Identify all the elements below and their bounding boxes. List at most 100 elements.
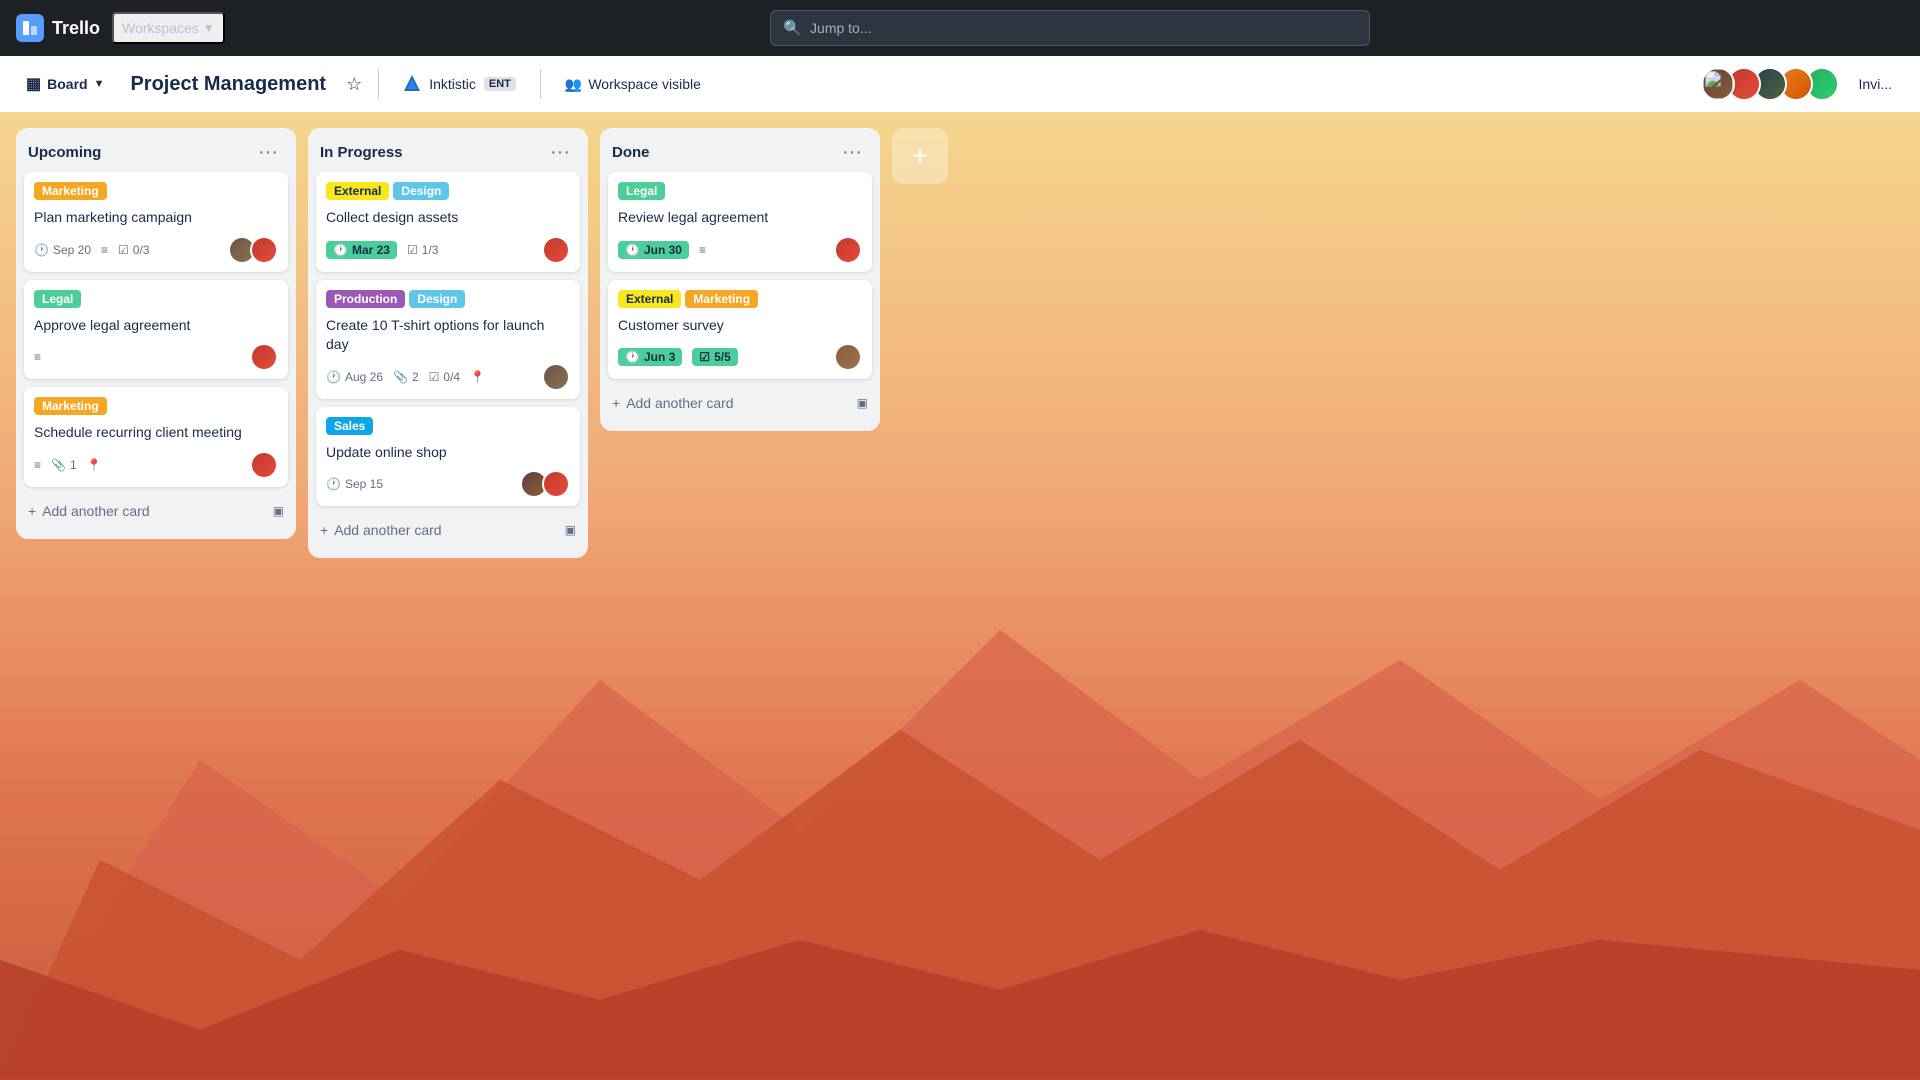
columns-container: Upcoming ··· Marketing Plan marketing ca… bbox=[0, 112, 1920, 1080]
card-update-shop[interactable]: Sales Update online shop 🕐 Sep 15 bbox=[316, 407, 580, 507]
add-card-button-upcoming[interactable]: + Add another card ▣ bbox=[24, 495, 288, 527]
column-header-done: Done ··· bbox=[608, 140, 872, 164]
avatar-1[interactable] bbox=[1701, 67, 1735, 101]
add-column-button[interactable]: + bbox=[892, 128, 948, 184]
card-tshirt-options[interactable]: Production Design Create 10 T-shirt opti… bbox=[316, 280, 580, 399]
column-inprogress: In Progress ··· External Design Collect … bbox=[308, 128, 588, 558]
card-tags: Production Design bbox=[326, 290, 570, 308]
column-title-inprogress: In Progress bbox=[320, 144, 403, 161]
card-meta: 🕐 Mar 23 ☑ 1/3 bbox=[326, 241, 438, 259]
workspace-tag: ENT bbox=[484, 77, 516, 91]
card-meta: 🕐 Aug 26 📎 2 ☑ 0/4 📍 bbox=[326, 370, 485, 384]
card-title: Plan marketing campaign bbox=[34, 208, 278, 228]
invite-button[interactable]: Invi... bbox=[1847, 70, 1904, 98]
card-title: Update online shop bbox=[326, 443, 570, 463]
card-avatar bbox=[542, 236, 570, 264]
card-footer: ≡ 📎 1 📍 bbox=[34, 451, 278, 479]
tag-legal: Legal bbox=[618, 182, 665, 200]
card-avatars bbox=[250, 343, 278, 371]
star-button[interactable]: ☆ bbox=[342, 70, 366, 99]
column-title-upcoming: Upcoming bbox=[28, 144, 101, 161]
board-view-button[interactable]: ▦ Board ▼ bbox=[16, 68, 114, 100]
divider bbox=[378, 70, 379, 98]
trello-logo[interactable]: Trello bbox=[16, 14, 100, 42]
card-collect-design[interactable]: External Design Collect design assets 🕐 … bbox=[316, 172, 580, 272]
meta-date: 🕐 Aug 26 bbox=[326, 370, 383, 384]
people-icon: 👥 bbox=[565, 76, 582, 93]
card-customer-survey[interactable]: External Marketing Customer survey 🕐 Jun… bbox=[608, 280, 872, 380]
check-icon: ☑ bbox=[407, 243, 418, 257]
card-title: Approve legal agreement bbox=[34, 316, 278, 336]
add-card-button-inprogress[interactable]: + Add another card ▣ bbox=[316, 514, 580, 546]
card-tags: Marketing bbox=[34, 182, 278, 200]
visibility-label: Workspace visible bbox=[588, 76, 701, 92]
tag-marketing: Marketing bbox=[34, 182, 107, 200]
clock-icon: 🕐 bbox=[326, 477, 341, 491]
card-meta: ≡ bbox=[34, 350, 41, 364]
card-tags: Sales bbox=[326, 417, 570, 435]
card-tags: Legal bbox=[34, 290, 278, 308]
template-icon: ▣ bbox=[565, 523, 576, 537]
trello-logo-icon bbox=[16, 14, 44, 42]
card-avatar bbox=[834, 236, 862, 264]
plus-icon: + bbox=[612, 395, 620, 411]
card-plan-marketing[interactable]: Marketing Plan marketing campaign 🕐 Sep … bbox=[24, 172, 288, 272]
workspaces-menu[interactable]: Workspaces ▼ bbox=[112, 12, 225, 44]
search-bar[interactable]: 🔍 Jump to... bbox=[770, 10, 1370, 46]
tag-marketing: Marketing bbox=[34, 397, 107, 415]
lines-icon: ≡ bbox=[699, 243, 706, 257]
column-header-inprogress: In Progress ··· bbox=[316, 140, 580, 164]
visibility-button[interactable]: 👥 Workspace visible bbox=[553, 70, 713, 99]
clock-icon: 🕐 bbox=[34, 243, 49, 257]
card-avatars bbox=[228, 236, 278, 264]
card-avatar bbox=[250, 451, 278, 479]
card-tags: External Design bbox=[326, 182, 570, 200]
column-menu-button-upcoming[interactable]: ··· bbox=[252, 140, 284, 164]
meta-attachment: 📎 1 bbox=[51, 458, 77, 472]
meta-lines: ≡ bbox=[101, 243, 108, 257]
add-card-label: Add another card bbox=[626, 395, 733, 411]
card-title: Create 10 T-shirt options for launch day bbox=[326, 316, 570, 355]
workspace-button[interactable]: Inktistic ENT bbox=[391, 68, 528, 101]
meta-location: 📍 bbox=[87, 458, 102, 472]
card-avatars bbox=[250, 451, 278, 479]
card-tags: External Marketing bbox=[618, 290, 862, 308]
template-icon: ▣ bbox=[273, 504, 284, 518]
meta-attachment: 📎 2 bbox=[393, 370, 419, 384]
meta-lines: ≡ bbox=[34, 458, 41, 472]
card-approve-legal[interactable]: Legal Approve legal agreement ≡ bbox=[24, 280, 288, 380]
card-avatars bbox=[520, 470, 570, 498]
plus-icon: + bbox=[320, 522, 328, 538]
lines-icon: ≡ bbox=[34, 350, 41, 364]
check-icon: ☑ bbox=[118, 243, 129, 257]
meta-checklist: ☑ 0/3 bbox=[118, 243, 149, 257]
card-meta: 🕐 Jun 3 ☑ 5/5 bbox=[618, 348, 738, 366]
card-footer: 🕐 Sep 15 bbox=[326, 470, 570, 498]
clock-icon: 🕐 bbox=[333, 243, 348, 257]
card-avatar bbox=[250, 236, 278, 264]
meta-checklist-green: ☑ 5/5 bbox=[692, 348, 737, 366]
chevron-down-icon: ▼ bbox=[94, 78, 105, 90]
clock-icon: 🕐 bbox=[326, 370, 341, 384]
card-avatar bbox=[834, 343, 862, 371]
tag-design: Design bbox=[393, 182, 449, 200]
tag-sales: Sales bbox=[326, 417, 373, 435]
workspace-name: Inktistic bbox=[429, 76, 476, 92]
pin-icon: 📍 bbox=[87, 458, 102, 472]
column-menu-button-done[interactable]: ··· bbox=[836, 140, 868, 164]
card-tags: Legal bbox=[618, 182, 862, 200]
card-footer: ≡ bbox=[34, 343, 278, 371]
card-avatars bbox=[834, 343, 862, 371]
meta-date-green: 🕐 Jun 30 bbox=[618, 241, 689, 259]
tag-design: Design bbox=[409, 290, 465, 308]
column-menu-button-inprogress[interactable]: ··· bbox=[544, 140, 576, 164]
add-card-button-done[interactable]: + Add another card ▣ bbox=[608, 387, 872, 419]
page-title: Project Management bbox=[122, 73, 334, 96]
card-schedule-meeting[interactable]: Marketing Schedule recurring client meet… bbox=[24, 387, 288, 487]
board-icon: ▦ bbox=[26, 74, 41, 94]
check-icon: ☑ bbox=[699, 350, 710, 364]
board-header: ▦ Board ▼ Project Management ☆ Inktistic… bbox=[0, 56, 1920, 112]
workspaces-label: Workspaces bbox=[122, 20, 199, 36]
card-review-legal[interactable]: Legal Review legal agreement 🕐 Jun 30 ≡ bbox=[608, 172, 872, 272]
add-card-label: Add another card bbox=[42, 503, 149, 519]
